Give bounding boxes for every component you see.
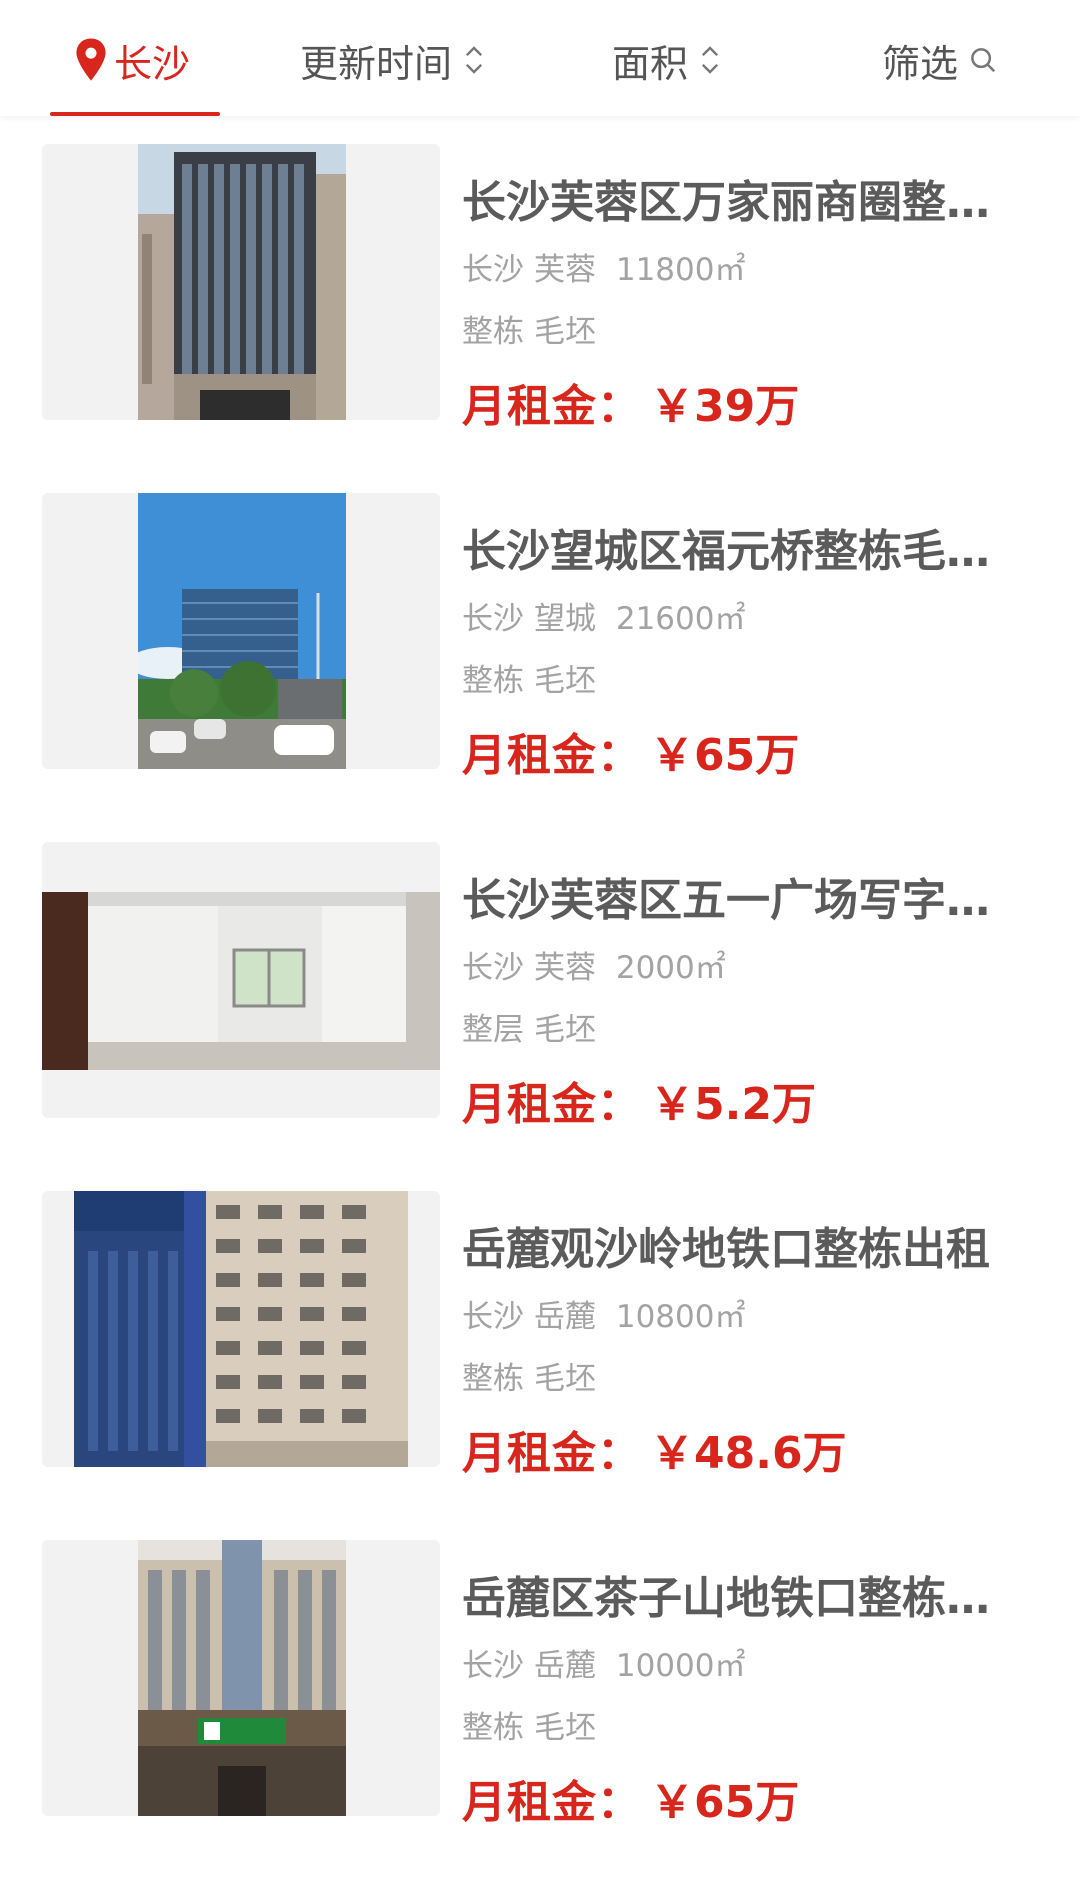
price-value: ￥48.6万 — [650, 1428, 847, 1479]
listing-city: 长沙 — [462, 252, 524, 288]
listing-area: 10800㎡ — [615, 1299, 746, 1335]
listing-title[interactable]: 长沙芙蓉区万家丽商圈整栋出租 — [462, 166, 1002, 230]
listing-item[interactable]: 长沙芙蓉区万家丽商圈整栋出租 长沙芙蓉 11800㎡ 整栋毛坯 月租金：￥39万 — [0, 144, 1080, 432]
listing-tags: 整层 毛坯 — [462, 1004, 596, 1049]
filter-button[interactable]: 筛选 — [882, 32, 998, 88]
price-label: 月租金： — [462, 381, 642, 432]
listing-item[interactable]: 长沙芙蓉区五一广场写字楼出租 长沙芙蓉 2000㎡ 整层毛坯 月租金：￥5.2万 — [0, 842, 1080, 1130]
listing-thumbnail[interactable] — [42, 493, 440, 769]
listing-tag: 毛坯 — [534, 314, 596, 350]
listing-meta: 长沙 望城 21600㎡ — [462, 593, 745, 638]
listing-title[interactable]: 长沙芙蓉区五一广场写字楼出租 — [462, 864, 1002, 928]
price-value: ￥65万 — [650, 730, 800, 781]
price-label: 月租金： — [462, 1079, 642, 1130]
listing-meta: 长沙 岳麓 10800㎡ — [462, 1291, 745, 1336]
listing-tags: 整栋 毛坯 — [462, 655, 596, 700]
price-value: ￥39万 — [650, 381, 800, 432]
listing-city: 长沙 — [462, 1299, 524, 1335]
apartment-building-photo — [74, 1191, 408, 1467]
listing-tag: 毛坯 — [534, 1710, 596, 1746]
city-label: 长沙 — [114, 41, 191, 86]
listing-thumbnail[interactable] — [42, 1191, 440, 1467]
listing-tag: 整栋 — [462, 314, 524, 350]
listing-district: 芙蓉 — [534, 252, 596, 288]
price-value: ￥65万 — [650, 1777, 800, 1828]
listing-tags: 整栋 毛坯 — [462, 306, 596, 351]
sort-update-time-label: 更新时间 — [300, 41, 453, 86]
listing-district: 望城 — [534, 601, 596, 637]
listing-meta: 长沙 岳麓 10000㎡ — [462, 1640, 745, 1685]
sort-chevrons-icon — [701, 46, 719, 74]
listing-tags: 整栋 毛坯 — [462, 1353, 596, 1398]
listing-district: 芙蓉 — [534, 950, 596, 986]
listing-price: 月租金： ￥48.6万 — [462, 1417, 847, 1481]
listing-tags: 整栋 毛坯 — [462, 1702, 596, 1747]
empty-room-photo — [42, 892, 440, 1070]
mall-building-photo — [138, 1540, 346, 1816]
listing-tag: 整栋 — [462, 663, 524, 699]
listing-city: 长沙 — [462, 1648, 524, 1684]
listing-thumbnail[interactable] — [42, 842, 440, 1118]
filter-bar: 长沙 更新时间 面积 筛选 — [0, 0, 1080, 116]
price-label: 月租金： — [462, 1428, 642, 1479]
search-icon — [971, 48, 996, 73]
tower-building-photo — [138, 144, 346, 420]
sort-area[interactable]: 面积 — [612, 32, 722, 88]
listing-meta: 长沙 芙蓉 2000㎡ — [462, 942, 726, 987]
listing-area: 21600㎡ — [615, 601, 746, 637]
listing-area: 10000㎡ — [615, 1648, 746, 1684]
listing-tag: 毛坯 — [534, 1361, 596, 1397]
listing-tag: 整栋 — [462, 1710, 524, 1746]
listing-district: 岳麓 — [534, 1299, 596, 1335]
listing-title[interactable]: 岳麓观沙岭地铁口整栋出租 — [462, 1213, 1002, 1277]
listing-item[interactable]: 长沙望城区福元桥整栋毛坯出租 长沙望城 21600㎡ 整栋毛坯 月租金：￥65万 — [0, 493, 1080, 781]
sort-update-time[interactable]: 更新时间 — [300, 32, 486, 88]
listing-tag: 整栋 — [462, 1361, 524, 1397]
glass-office-photo — [138, 493, 346, 769]
listing-tag: 毛坯 — [534, 1012, 596, 1048]
price-label: 月租金： — [462, 730, 642, 781]
city-selector[interactable]: 长沙 — [72, 32, 190, 88]
listing-area: 2000㎡ — [615, 950, 726, 986]
listing-city: 长沙 — [462, 950, 524, 986]
sort-chevrons-icon — [465, 46, 483, 74]
listing-city: 长沙 — [462, 601, 524, 637]
price-value: ￥5.2万 — [650, 1079, 816, 1130]
listing-item[interactable]: 岳麓区茶子山地铁口整栋出租 长沙 岳麓 10000㎡ 整栋 毛坯 月租金： ￥65万 — [0, 1540, 1080, 1828]
listing-thumbnail[interactable] — [42, 1540, 440, 1816]
listing-area: 11800㎡ — [615, 252, 746, 288]
active-tab-indicator — [50, 112, 220, 116]
listing-price: 月租金： ￥5.2万 — [462, 1068, 816, 1132]
listing-meta: 长沙 芙蓉 11800㎡ — [462, 244, 745, 289]
listing-price: 月租金： ￥65万 — [462, 719, 799, 783]
listing-price: 月租金： ￥39万 — [462, 370, 799, 434]
filter-label: 筛选 — [882, 41, 959, 86]
listing-tag: 整层 — [462, 1012, 524, 1048]
listing-title[interactable]: 长沙望城区福元桥整栋毛坯出租 — [462, 515, 1002, 579]
location-pin-icon — [76, 38, 106, 81]
listing-tag: 毛坯 — [534, 663, 596, 699]
listing-district: 岳麓 — [534, 1648, 596, 1684]
listing-title[interactable]: 岳麓区茶子山地铁口整栋出租 — [462, 1562, 1002, 1626]
sort-area-label: 面积 — [612, 41, 689, 86]
price-label: 月租金： — [462, 1777, 642, 1828]
listing-thumbnail[interactable] — [42, 144, 440, 420]
listing-item[interactable]: 岳麓观沙岭地铁口整栋出租 长沙 岳麓 10800㎡ 整栋 毛坯 月租金： ￥48.6万 — [0, 1191, 1080, 1479]
listing-price: 月租金： ￥65万 — [462, 1766, 799, 1830]
